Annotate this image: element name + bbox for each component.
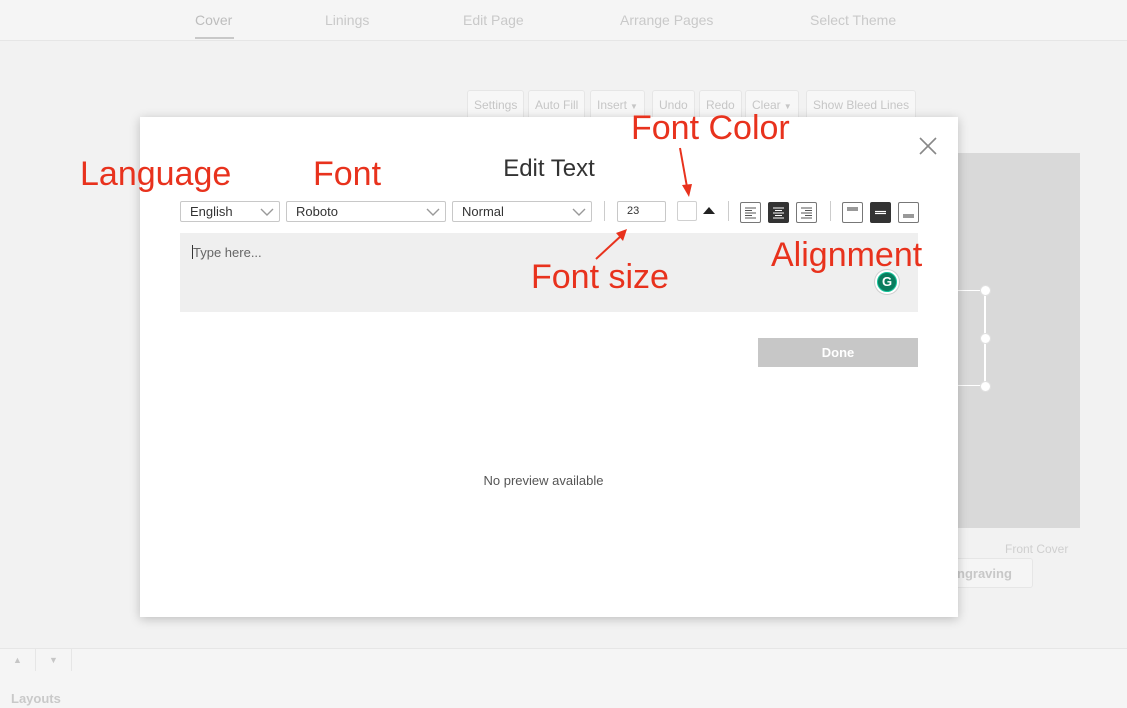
grammarly-g-icon: G: [878, 273, 896, 291]
font-color-swatch[interactable]: [677, 201, 697, 221]
resize-handle[interactable]: [980, 381, 991, 392]
color-picker-toggle-icon[interactable]: [703, 207, 715, 214]
font-style-select[interactable]: Normal: [452, 201, 592, 222]
close-button[interactable]: [918, 136, 938, 156]
annotation-font-color: Font Color: [631, 109, 790, 147]
layouts-heading: Layouts: [11, 691, 61, 706]
divider: [604, 201, 605, 221]
font-value: Roboto: [296, 204, 338, 219]
align-center-icon: [773, 207, 784, 219]
align-left-icon: [745, 207, 756, 219]
show-bleed-lines-button[interactable]: Show Bleed Lines: [806, 90, 917, 120]
annotation-language: Language: [80, 155, 232, 193]
font-select[interactable]: Roboto: [286, 201, 446, 222]
engraving-label: ngraving: [957, 566, 1012, 581]
align-bottom-icon: [903, 214, 914, 218]
engraving-button[interactable]: ngraving: [955, 558, 1033, 588]
preview-message: No preview available: [483, 473, 604, 488]
align-center-button[interactable]: [768, 202, 789, 223]
font-size-input[interactable]: 23: [617, 201, 666, 222]
chevron-down-icon: ▼: [49, 655, 58, 665]
resize-handle[interactable]: [980, 333, 991, 344]
chevron-down-icon: [260, 208, 274, 216]
font-style-value: Normal: [462, 204, 504, 219]
tab-edit-page[interactable]: Edit Page: [463, 12, 524, 28]
language-value: English: [190, 204, 233, 219]
annotation-arrow-font-color: [679, 147, 692, 197]
align-top-icon: [847, 207, 858, 211]
tab-select-theme[interactable]: Select Theme: [810, 12, 896, 28]
close-icon: [919, 137, 937, 155]
auto-fill-button[interactable]: Auto Fill: [528, 90, 586, 120]
auto-fill-label: Auto Fill: [535, 98, 579, 112]
insert-label: Insert: [597, 98, 628, 112]
align-left-button[interactable]: [740, 202, 761, 223]
align-middle-button[interactable]: [870, 202, 891, 223]
active-tab-underline: [195, 37, 234, 39]
tab-linings[interactable]: Linings: [325, 12, 369, 28]
annotation-font-size: Font size: [531, 258, 669, 296]
edit-text-dialog: Edit Text English Roboto Normal 23 Type …: [140, 117, 958, 617]
annotation-font: Font: [313, 155, 382, 193]
bottom-bar: [0, 648, 1127, 708]
annotation-arrow-font-size: [595, 229, 627, 260]
scroll-up-button[interactable]: ▲: [0, 649, 36, 671]
top-nav: Cover Linings Edit Page Arrange Pages Se…: [0, 0, 1127, 41]
chevron-down-icon: [426, 208, 440, 216]
chevron-down-icon: [572, 208, 586, 216]
front-cover-label: Front Cover: [1005, 542, 1069, 556]
text-input-placeholder: Type here...: [193, 245, 262, 260]
resize-handle[interactable]: [980, 285, 991, 296]
align-right-button[interactable]: [796, 202, 817, 223]
scroll-down-button[interactable]: ▼: [36, 649, 72, 671]
chevron-up-icon: ▲: [13, 655, 22, 665]
divider: [728, 201, 729, 221]
annotation-alignment: Alignment: [771, 236, 923, 274]
align-middle-icon: [875, 210, 886, 215]
dialog-title: Edit Text: [503, 155, 595, 182]
done-button[interactable]: Done: [758, 338, 918, 367]
align-right-icon: [801, 207, 812, 219]
language-select[interactable]: English: [180, 201, 280, 222]
align-top-button[interactable]: [842, 202, 863, 223]
align-bottom-button[interactable]: [898, 202, 919, 223]
divider: [830, 201, 831, 221]
done-label: Done: [821, 345, 855, 360]
tab-arrange-pages[interactable]: Arrange Pages: [620, 12, 713, 28]
show-bleed-lines-label: Show Bleed Lines: [813, 98, 910, 112]
settings-button[interactable]: Settings: [467, 90, 525, 120]
settings-label: Settings: [474, 98, 518, 112]
tab-cover[interactable]: Cover: [195, 12, 232, 28]
